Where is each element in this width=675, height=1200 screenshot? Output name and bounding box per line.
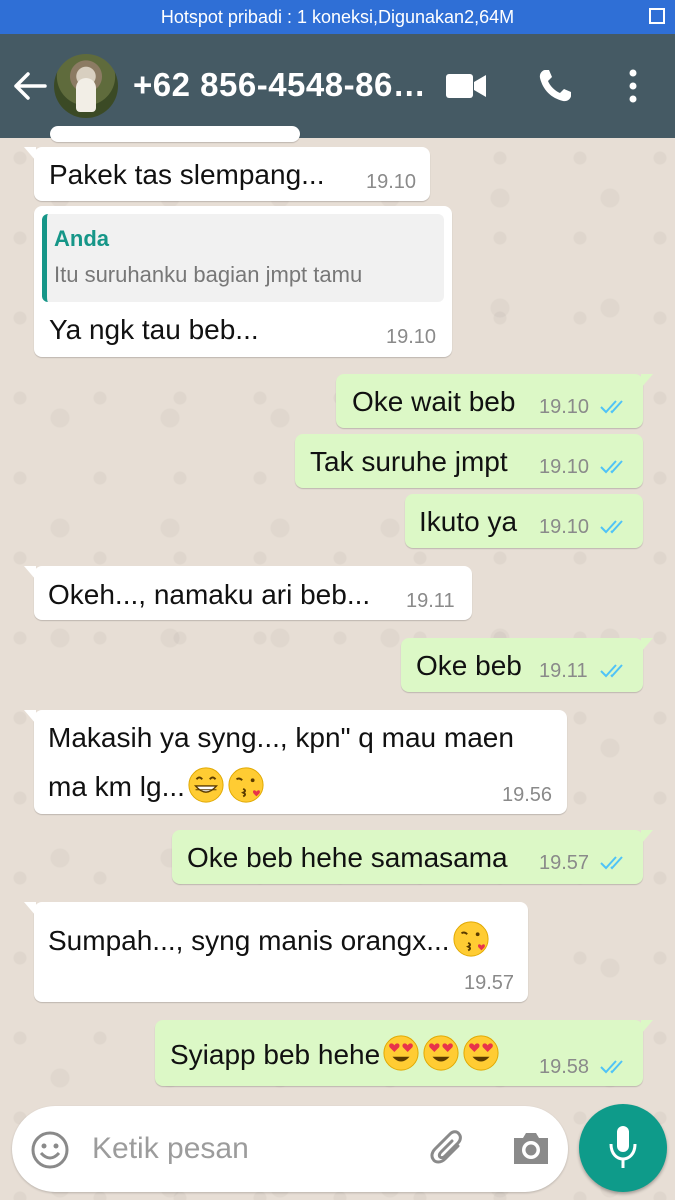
message-text-wrap: Syiapp beb hehe xyxy=(170,1034,500,1072)
contact-avatar[interactable] xyxy=(54,54,118,118)
heart-eyes-emoji-icon xyxy=(423,1035,459,1071)
message-text-line2: ma km lg... xyxy=(48,771,185,802)
message-time: 19.10 xyxy=(386,326,437,348)
message-time: 19.10 xyxy=(539,516,590,538)
kiss-emoji-icon xyxy=(228,767,264,803)
video-call-icon[interactable] xyxy=(445,72,487,100)
message-outgoing[interactable]: Oke beb hehe samasama 19.57 xyxy=(172,830,653,884)
message-incoming[interactable]: Pakek tas slempang... 19.10 xyxy=(24,147,430,201)
message-outgoing[interactable]: Tak suruhe jmpt 19.10 xyxy=(295,434,643,488)
phone-icon[interactable] xyxy=(537,68,573,104)
contact-name[interactable]: +62 856-4548-86… xyxy=(133,66,426,104)
message-incoming[interactable]: Makasih ya syng..., kpn" q mau maen ma k… xyxy=(24,710,567,814)
message-time: 19.11 xyxy=(406,590,455,612)
message-text: Syiapp beb hehe xyxy=(170,1039,381,1070)
emoji-icon[interactable] xyxy=(30,1130,70,1170)
message-time: 19.10 xyxy=(539,456,590,478)
attach-icon[interactable] xyxy=(428,1128,468,1170)
double-check-icon xyxy=(600,664,623,678)
mic-button[interactable] xyxy=(579,1104,667,1192)
message-time: 19.10 xyxy=(366,171,417,193)
message-text: Oke beb hehe samasama xyxy=(187,842,508,873)
previous-message-edge xyxy=(50,126,300,142)
message-input[interactable]: Ketik pesan xyxy=(92,1132,249,1166)
status-bar: Hotspot pribadi : 1 koneksi,Digunakan2,6… xyxy=(0,0,675,34)
message-time: 19.10 xyxy=(539,396,590,418)
message-time: 19.56 xyxy=(502,784,553,806)
message-incoming-reply[interactable]: Anda Itu suruhanku bagian jmpt tamu Ya n… xyxy=(34,206,452,357)
message-incoming[interactable]: Sumpah..., syng manis orangx... 19.57 xyxy=(24,902,528,1002)
message-text: Tak suruhe jmpt xyxy=(310,446,508,477)
mic-icon xyxy=(609,1126,637,1168)
quoted-author: Anda xyxy=(54,226,109,251)
message-time: 19.58 xyxy=(539,1056,590,1078)
quoted-text: Itu suruhanku bagian jmpt tamu xyxy=(54,262,363,287)
message-outgoing[interactable]: Syiapp beb hehe 19.58 xyxy=(155,1020,653,1086)
message-outgoing[interactable]: Oke wait beb 19.10 xyxy=(336,374,653,428)
double-check-icon xyxy=(600,1060,623,1074)
status-icon xyxy=(649,8,665,24)
message-text-wrap: Sumpah..., syng manis orangx... xyxy=(48,920,490,958)
message-text-line1: Makasih ya syng..., kpn" q mau maen xyxy=(48,722,514,753)
message-text: Oke wait beb xyxy=(352,386,516,417)
double-check-icon xyxy=(600,856,623,870)
camera-icon[interactable] xyxy=(510,1128,552,1168)
double-check-icon xyxy=(600,400,623,414)
message-time: 19.57 xyxy=(464,972,515,994)
message-text: Sumpah..., syng manis orangx... xyxy=(48,925,450,956)
chat-header: +62 856-4548-86… xyxy=(0,34,675,138)
grin-emoji-icon xyxy=(188,767,224,803)
message-text: Ya ngk tau beb... xyxy=(49,314,259,345)
message-time: 19.57 xyxy=(539,852,590,874)
message-text: Pakek tas slempang... xyxy=(49,159,325,190)
message-text: Okeh..., namaku ari beb... xyxy=(48,579,371,610)
back-arrow-icon[interactable] xyxy=(12,70,48,102)
kiss-emoji-icon xyxy=(452,921,489,957)
double-check-icon xyxy=(600,460,623,474)
status-text: Hotspot pribadi : 1 koneksi,Digunakan2,6… xyxy=(160,6,515,27)
heart-eyes-emoji-icon xyxy=(383,1035,419,1071)
message-incoming[interactable]: Okeh..., namaku ari beb... 19.11 xyxy=(24,566,472,620)
heart-eyes-emoji-icon xyxy=(463,1035,499,1071)
message-text-line2-wrap: ma km lg... xyxy=(48,766,265,804)
message-composer[interactable]: Ketik pesan xyxy=(12,1106,568,1192)
message-time: 19.11 xyxy=(539,660,588,682)
message-outgoing[interactable]: Oke beb 19.11 xyxy=(401,638,653,692)
message-text: Ikuto ya xyxy=(419,506,518,537)
more-options-icon[interactable] xyxy=(625,68,641,104)
message-outgoing[interactable]: Ikuto ya 19.10 xyxy=(405,494,643,548)
message-text: Oke beb xyxy=(416,650,522,681)
double-check-icon xyxy=(600,520,623,534)
